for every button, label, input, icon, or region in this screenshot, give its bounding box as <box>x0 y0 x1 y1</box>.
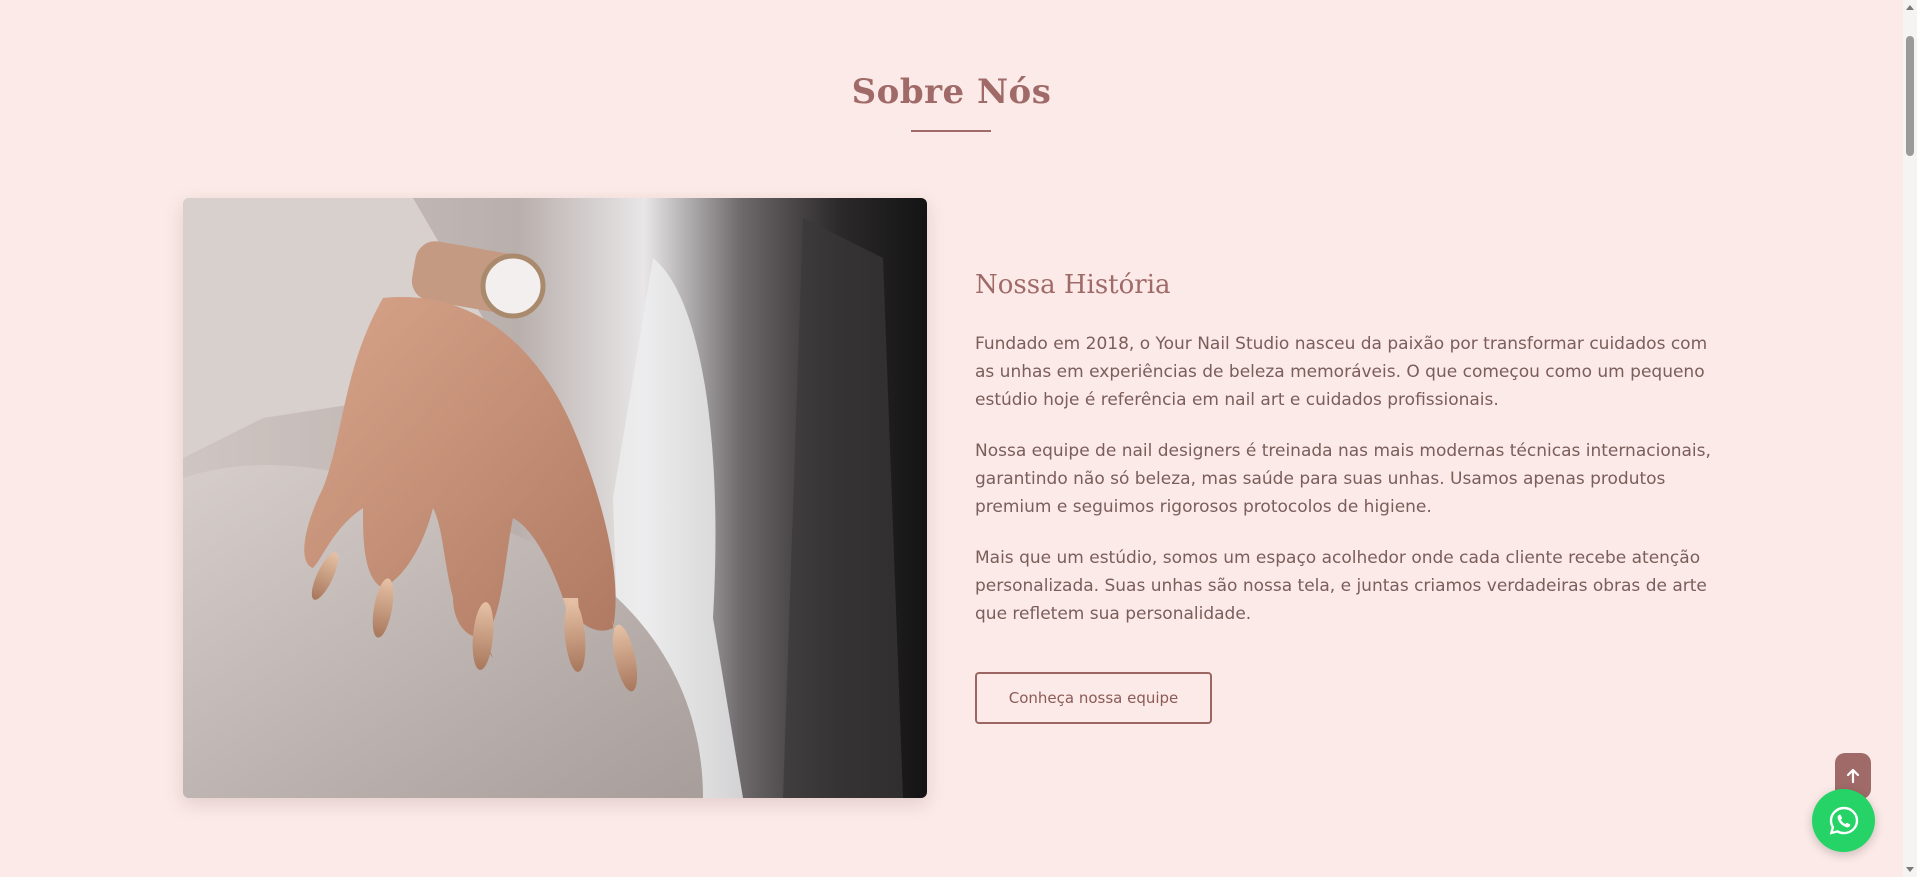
whatsapp-button[interactable] <box>1812 789 1875 852</box>
hand-with-nails-photo <box>183 198 927 798</box>
scroll-down-arrow-icon[interactable] <box>1905 866 1915 874</box>
about-paragraph-2: Nossa equipe de nail designers é treinad… <box>975 441 1711 517</box>
meet-team-button[interactable]: Conheça nossa equipe <box>975 672 1212 724</box>
about-subheading: Nossa História <box>975 270 1171 300</box>
title-underline <box>911 130 991 132</box>
about-paragraph-1: Fundado em 2018, o Your Nail Studio nasc… <box>975 334 1708 410</box>
scroll-up-arrow-icon[interactable] <box>1905 3 1915 11</box>
scrollbar-thumb[interactable] <box>1906 36 1914 156</box>
whatsapp-icon <box>1829 806 1858 835</box>
about-text-column: Nossa História Fundado em 2018, o Your N… <box>975 270 1725 651</box>
about-photo <box>183 198 927 798</box>
about-page: Sobre Nós Nossa História Fundado em 2018… <box>0 0 1917 877</box>
about-paragraph-3: Mais que um estúdio, somos um espaço aco… <box>975 548 1707 624</box>
section-title: Sobre Nós <box>851 72 1052 112</box>
arrow-up-icon <box>1846 768 1860 784</box>
